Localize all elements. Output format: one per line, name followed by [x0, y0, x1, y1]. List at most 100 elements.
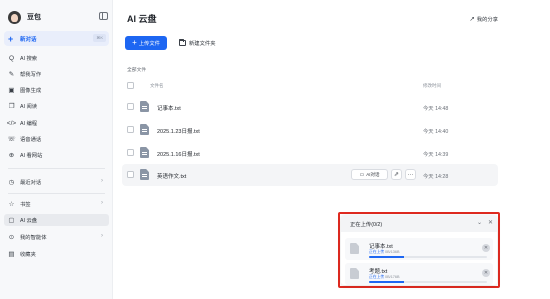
upload-size: 0B/176B	[385, 275, 400, 279]
file-name[interactable]: 2025.1.23日报.txt	[157, 127, 200, 135]
close-icon[interactable]: ✕	[488, 219, 493, 226]
table-header: 文件名 修改时间	[122, 80, 498, 92]
upload-status: 正在上传	[369, 275, 385, 279]
code-icon: </>	[6, 119, 17, 127]
upload-panel: 正在上传(0/2) ⌄ ✕ 记事本.txt 正在上传 0B/136B ✕ 考题.…	[341, 215, 497, 285]
chevron-right-icon: ›	[101, 200, 103, 206]
file-name[interactable]: 英语作文.txt	[157, 172, 186, 180]
cancel-upload-icon[interactable]: ✕	[482, 244, 490, 252]
more-button[interactable]: ···	[405, 169, 416, 180]
file-modified-time: 今天 14:40	[423, 129, 449, 135]
sidebar-item-web[interactable]: ⊕ AI 看网站	[4, 149, 109, 161]
upload-panel-header: 正在上传(0/2) ⌄ ✕	[341, 215, 497, 232]
shortcut-badge: ⌘K	[93, 34, 106, 42]
bookmark-icon: ▤	[8, 250, 15, 258]
table-row[interactable]: 2025.1.16日报.txt 今天 14:39	[122, 142, 498, 164]
sidebar-item-label: AI 编程	[20, 121, 38, 127]
sidebar-item-recent-chats[interactable]: ◷ 最近对话 ›	[4, 176, 109, 188]
new-chat-label: 新对话	[20, 36, 37, 43]
row-checkbox[interactable]	[127, 126, 134, 133]
txt-file-icon	[140, 147, 149, 158]
new-chat-button[interactable]: + 新对话 ⌘K	[4, 31, 109, 46]
column-header-name: 文件名	[150, 83, 164, 88]
cloud-drive-icon: ▢	[8, 216, 15, 224]
sidebar-item-label: 帮我写作	[20, 72, 42, 78]
ai-chat-label: AI对话	[366, 171, 380, 177]
chat-icon: ▭	[359, 171, 365, 178]
avatar[interactable]	[8, 10, 21, 24]
page-title: AI 云盘	[127, 14, 157, 24]
file-name[interactable]: 记事本.txt	[157, 104, 181, 112]
chevron-right-icon: ›	[101, 178, 103, 184]
upload-file-name: 考题.txt	[369, 269, 388, 275]
new-folder-label: 新建文件夹	[189, 41, 216, 47]
upload-item: 记事本.txt 正在上传 0B/136B ✕	[345, 238, 493, 260]
share-button[interactable]: ⇗	[391, 169, 402, 180]
sidebar-item-label: AI 阅读	[20, 104, 38, 110]
column-header-time: 修改时间	[423, 83, 441, 88]
sidebar-item-label: 我的智能体	[20, 235, 47, 241]
txt-file-icon	[140, 169, 149, 180]
sidebar-item-label: 收藏夹	[20, 252, 36, 258]
sidebar-item-label: AI 看网站	[20, 153, 43, 159]
table-row[interactable]: 英语作文.txt ▭ AI对话 ⇗ ··· 今天 14:28	[122, 164, 498, 186]
upload-status: 正在上传	[369, 250, 385, 254]
book-icon: ❐	[8, 102, 15, 110]
chevron-down-icon[interactable]: ⌄	[477, 219, 482, 226]
chevron-right-icon: ›	[101, 233, 103, 239]
sidebar-collapse-icon[interactable]	[99, 12, 108, 20]
app-name: 豆包	[27, 14, 41, 21]
sidebar-item-image[interactable]: ▣ 图像生成	[4, 84, 109, 96]
sidebar-header: 豆包	[8, 9, 108, 25]
sidebar-item-favorites[interactable]: ▤ 收藏夹	[4, 248, 109, 260]
sidebar-item-my-agents[interactable]: ⊙ 我的智能体 ›	[4, 231, 109, 243]
select-all-checkbox[interactable]	[127, 82, 134, 89]
divider	[8, 193, 105, 194]
ai-chat-button[interactable]: ▭ AI对话	[351, 169, 388, 180]
upload-item: 考题.txt 正在上传 0B/176B ✕	[345, 263, 493, 285]
sidebar-item-coding[interactable]: </> AI 编程	[4, 117, 109, 129]
clock-icon: ◷	[8, 178, 15, 186]
plus-icon: +	[8, 33, 14, 44]
star-icon: ☆	[8, 200, 15, 208]
sidebar-item-voice[interactable]: ☏ 语音通话	[4, 133, 109, 145]
sidebar-item-label: AI 搜索	[20, 56, 38, 62]
plus-icon: +	[132, 38, 137, 47]
file-name[interactable]: 2025.1.16日报.txt	[157, 150, 200, 158]
file-modified-time: 今天 14:28	[423, 174, 449, 180]
sidebar-item-label: 最近对话	[20, 180, 42, 186]
cancel-upload-icon[interactable]: ✕	[482, 269, 490, 277]
sidebar-item-writing[interactable]: ✎ 帮我写作	[4, 68, 109, 80]
sidebar: 豆包 + 新对话 ⌘K Q AI 搜索 ✎ 帮我写作 ▣ 图像生成 ❐ AI 阅…	[0, 0, 113, 299]
upload-file-label: 上传文件	[138, 41, 160, 47]
row-checkbox[interactable]	[127, 103, 134, 110]
sidebar-item-label: 图像生成	[20, 88, 42, 94]
ai-search-icon: Q	[8, 54, 15, 62]
sidebar-item-ai-cloud[interactable]: ▢ AI 云盘	[4, 214, 109, 226]
my-share-link[interactable]: ↗ 我的分享	[469, 15, 498, 23]
section-label: 全部文件	[127, 68, 147, 73]
upload-progress-bar	[369, 256, 487, 258]
sidebar-item-ai-search[interactable]: Q AI 搜索	[4, 52, 109, 64]
table-row[interactable]: 2025.1.23日报.txt 今天 14:40	[122, 119, 498, 141]
txt-file-icon	[140, 124, 149, 135]
agent-icon: ⊙	[8, 233, 15, 241]
upload-progress-bar	[369, 281, 487, 283]
share-icon: ⇗	[393, 172, 400, 178]
txt-file-icon	[350, 268, 359, 279]
txt-file-icon	[350, 243, 359, 254]
sidebar-item-bookmarks[interactable]: ☆ 书签 ›	[4, 198, 109, 210]
more-icon: ···	[407, 171, 414, 178]
row-checkbox[interactable]	[127, 149, 134, 156]
upload-file-button[interactable]: + 上传文件	[125, 36, 167, 50]
upload-size: 0B/136B	[385, 250, 400, 254]
row-checkbox[interactable]	[127, 171, 134, 178]
sidebar-item-label: 书签	[20, 202, 31, 208]
share-icon: ↗	[469, 16, 475, 23]
folder-plus-icon	[179, 39, 186, 46]
sidebar-item-reading[interactable]: ❐ AI 阅读	[4, 100, 109, 112]
phone-icon: ☏	[7, 135, 16, 143]
new-folder-button[interactable]: 新建文件夹	[175, 36, 220, 50]
browser-icon: ⊕	[8, 151, 15, 159]
table-row[interactable]: 记事本.txt 今天 14:48	[122, 96, 498, 118]
